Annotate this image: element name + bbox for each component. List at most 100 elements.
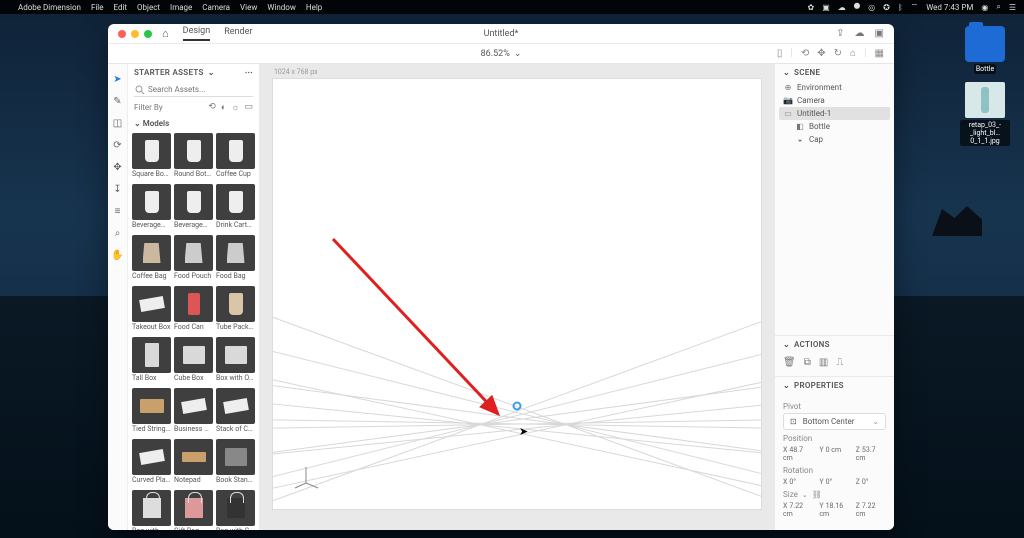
asset-card[interactable]: Food Can bbox=[174, 286, 213, 335]
filter-images-icon[interactable]: ▭ bbox=[244, 102, 253, 113]
scene-item-camera[interactable]: 📷Camera bbox=[779, 94, 890, 107]
menu-edit[interactable]: Edit bbox=[114, 3, 128, 12]
asset-card[interactable]: Box with O… bbox=[216, 337, 255, 386]
asset-card[interactable]: Drink Cart… bbox=[216, 184, 255, 233]
position-z-field[interactable]: Z53.7 cm bbox=[856, 446, 886, 462]
asset-card[interactable]: Gift Bag bbox=[174, 490, 213, 530]
desktop-folder-bottle[interactable]: Bottle bbox=[960, 26, 1010, 74]
canvas-viewport[interactable]: ➤ bbox=[272, 78, 762, 510]
more-icon[interactable]: ⋯ bbox=[245, 68, 253, 77]
asset-card[interactable]: Tall Box bbox=[132, 337, 171, 386]
asset-card[interactable]: Takeout Box bbox=[132, 286, 171, 335]
menu-window[interactable]: Window bbox=[267, 3, 296, 12]
menu-image[interactable]: Image bbox=[170, 3, 192, 12]
camera-home-icon[interactable]: ⌂ bbox=[850, 48, 856, 59]
sampler-tool-icon[interactable]: ◫ bbox=[111, 116, 125, 130]
rotation-x-field[interactable]: X0° bbox=[783, 478, 813, 486]
close-icon[interactable] bbox=[118, 30, 126, 38]
size-x-field[interactable]: X7.22 cm bbox=[783, 502, 813, 518]
chevron-down-icon[interactable]: ⌄ bbox=[783, 381, 790, 390]
asset-card[interactable]: Cube Box bbox=[174, 337, 213, 386]
asset-card[interactable]: Curved Pla… bbox=[132, 439, 171, 488]
menu-view[interactable]: View bbox=[240, 3, 257, 12]
minimize-icon[interactable] bbox=[131, 30, 139, 38]
scene-item-untitled[interactable]: ▭Untitled-1 bbox=[779, 107, 890, 120]
position-y-field[interactable]: Y0 cm bbox=[819, 446, 849, 462]
asset-card[interactable]: Food Bag bbox=[216, 235, 255, 284]
asset-card[interactable]: Bag with C… bbox=[216, 490, 255, 530]
canvas-area[interactable]: 1024 x 768 px bbox=[260, 64, 774, 530]
horizon-tool-icon[interactable]: ≡ bbox=[111, 204, 125, 218]
asset-card[interactable]: Round Bot… bbox=[174, 133, 213, 182]
tab-design[interactable]: Design bbox=[183, 26, 211, 41]
chevron-down-icon[interactable]: ⌄ bbox=[783, 68, 790, 77]
asset-card[interactable]: Beverage… bbox=[174, 184, 213, 233]
control-center-icon[interactable]: ☰ bbox=[1009, 3, 1016, 12]
size-z-field[interactable]: Z7.22 cm bbox=[856, 502, 886, 518]
learn-icon[interactable]: ▣ bbox=[875, 28, 884, 39]
position-x-field[interactable]: X48.7 cm bbox=[783, 446, 813, 462]
align-action-icon[interactable]: ⎍ bbox=[836, 357, 843, 368]
search-input[interactable] bbox=[134, 83, 253, 97]
share-icon[interactable]: ⇪ bbox=[836, 28, 844, 39]
wifi-icon[interactable]: ⌔ bbox=[911, 2, 919, 12]
asset-card[interactable]: Square Bo… bbox=[132, 133, 171, 182]
menu-app[interactable]: Adobe Dimension bbox=[18, 3, 81, 12]
asset-card[interactable]: Food Pouch bbox=[174, 235, 213, 284]
asset-card[interactable]: Tied String… bbox=[132, 388, 171, 437]
menu-camera[interactable]: Camera bbox=[202, 3, 230, 12]
group-action-icon[interactable]: ▥ bbox=[819, 357, 828, 368]
camera-pan-icon[interactable]: ✥ bbox=[817, 48, 825, 59]
scene-item-cap[interactable]: ◒Cap bbox=[779, 133, 890, 146]
dropbox-icon[interactable]: ⯃ bbox=[854, 2, 860, 12]
bluetooth-icon[interactable]: ᛒ bbox=[898, 3, 903, 12]
chevron-down-icon[interactable]: ⌄ bbox=[134, 119, 141, 128]
menu-file[interactable]: File bbox=[91, 3, 104, 12]
pan-tool-icon[interactable]: ✥ bbox=[111, 160, 125, 174]
select-tool-icon[interactable]: ➤ bbox=[111, 72, 125, 86]
bookmark-icon[interactable]: ▯ bbox=[777, 48, 783, 59]
asset-card[interactable]: Bag with W… bbox=[132, 490, 171, 530]
delete-action-icon[interactable]: 🗑 bbox=[783, 357, 796, 368]
asset-card[interactable]: Coffee Cup bbox=[216, 133, 255, 182]
asset-card[interactable]: Business C… bbox=[174, 388, 213, 437]
camera-dolly-icon[interactable]: ↻ bbox=[834, 48, 842, 59]
orbit-tool-icon[interactable]: ⟳ bbox=[111, 138, 125, 152]
hand-tool-icon[interactable]: ✋ bbox=[111, 248, 125, 262]
asset-card[interactable]: Stack of Ca… bbox=[216, 388, 255, 437]
asset-card[interactable]: Notepad bbox=[174, 439, 213, 488]
menu-object[interactable]: Object bbox=[137, 3, 160, 12]
chevron-down-icon[interactable]: ⌄ bbox=[208, 68, 215, 77]
spotlight-icon[interactable]: ⌕ bbox=[996, 2, 1000, 12]
scene-item-bottle[interactable]: ◧Bottle bbox=[779, 120, 890, 133]
zoom-tool-icon[interactable]: ⌕ bbox=[111, 226, 125, 240]
desktop-file-retap[interactable]: retap_03_-_light_bl…0_1_1.jpg bbox=[960, 82, 1010, 146]
camera-orbit-icon[interactable]: ⟲ bbox=[801, 48, 809, 59]
scene-item-environment[interactable]: ⊕Environment bbox=[779, 81, 890, 94]
maximize-icon[interactable] bbox=[144, 30, 152, 38]
status-icon[interactable]: ☁ bbox=[838, 3, 846, 12]
asset-card[interactable]: Beverage… bbox=[132, 184, 171, 233]
status-icon[interactable]: ▣ bbox=[822, 3, 830, 12]
cloud-icon[interactable]: ☁ bbox=[855, 28, 865, 39]
siri-icon[interactable]: ◉ bbox=[981, 3, 988, 12]
chevron-down-icon[interactable]: ⌄ bbox=[783, 340, 790, 349]
clock[interactable]: Wed 7:43 PM bbox=[926, 3, 973, 12]
link-constrain-icon[interactable]: ⛓ bbox=[812, 490, 822, 499]
rotation-z-field[interactable]: Z0° bbox=[856, 478, 886, 486]
filter-models-icon[interactable]: ⟲ bbox=[208, 102, 216, 113]
chevron-down-icon[interactable]: ⌄ bbox=[802, 491, 808, 499]
pivot-dropdown[interactable]: ⊡ Bottom Center ⌄ bbox=[783, 413, 886, 430]
size-y-field[interactable]: Y18.16 cm bbox=[819, 502, 849, 518]
asset-card[interactable]: Coffee Bag bbox=[132, 235, 171, 284]
filter-lights-icon[interactable]: ☼ bbox=[231, 102, 239, 113]
status-icon[interactable]: ✿ bbox=[808, 3, 815, 12]
home-icon[interactable]: ⌂ bbox=[162, 27, 169, 40]
tab-render[interactable]: Render bbox=[224, 27, 252, 40]
duplicate-action-icon[interactable]: ⧉ bbox=[804, 357, 811, 368]
filter-materials-icon[interactable]: ◐ bbox=[221, 102, 226, 113]
dolly-tool-icon[interactable]: ↧ bbox=[111, 182, 125, 196]
assets-grid[interactable]: Square Bo… Round Bot… Coffee Cup Beverag… bbox=[128, 131, 259, 530]
rotation-y-field[interactable]: Y0° bbox=[819, 478, 849, 486]
render-preview-icon[interactable]: ▦ bbox=[875, 48, 884, 59]
